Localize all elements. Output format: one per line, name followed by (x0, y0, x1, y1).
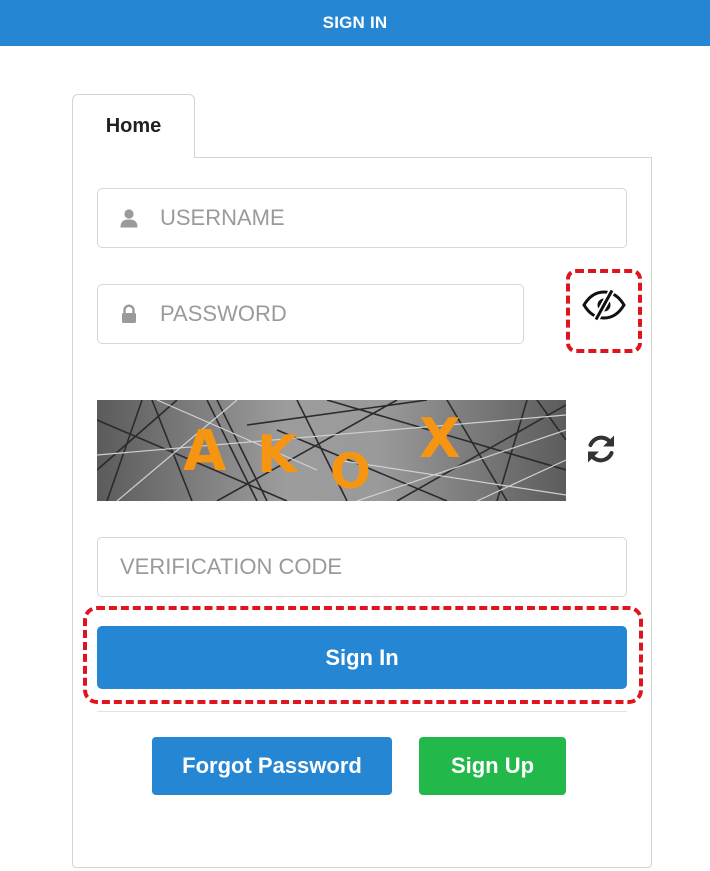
captcha-char: O (330, 444, 371, 500)
tab-home[interactable]: Home (72, 94, 195, 158)
divider (97, 711, 627, 712)
captcha-image: A K O X (97, 400, 566, 501)
eye-slash-icon (581, 288, 627, 326)
captcha-char: A (183, 419, 227, 484)
captcha-char: K (257, 425, 299, 485)
refresh-captcha-button[interactable] (582, 432, 620, 470)
user-icon (98, 208, 160, 228)
sign-up-button[interactable]: Sign Up (419, 737, 566, 795)
lock-icon (98, 304, 160, 324)
username-input[interactable] (160, 189, 626, 247)
forgot-password-button[interactable]: Forgot Password (152, 737, 392, 795)
username-field (97, 188, 627, 248)
password-field (97, 284, 524, 344)
tab-home-label: Home (105, 115, 162, 137)
verification-code-field (97, 537, 627, 597)
page-title: SIGN IN (322, 13, 388, 32)
verification-code-input[interactable] (98, 538, 626, 596)
refresh-icon (584, 432, 618, 471)
sign-in-button[interactable]: Sign In (97, 626, 627, 689)
top-bar: SIGN IN (0, 0, 710, 46)
toggle-password-visibility-button[interactable] (578, 286, 630, 328)
password-input[interactable] (160, 285, 523, 343)
captcha-char: X (419, 407, 461, 470)
